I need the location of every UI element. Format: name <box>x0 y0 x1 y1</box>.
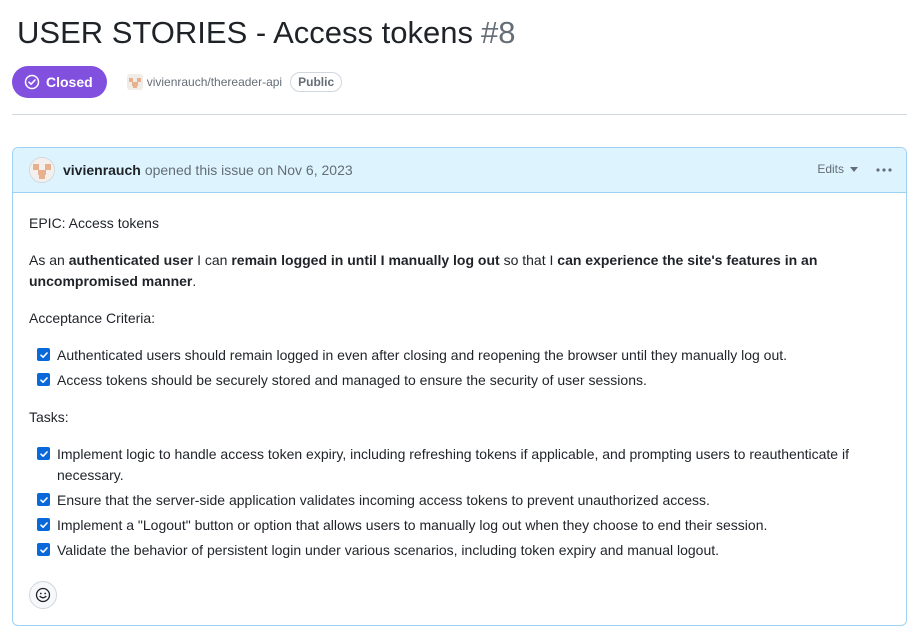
checkbox-checked-icon[interactable] <box>37 373 50 386</box>
task-item-text: Implement a "Logout" button or option th… <box>57 517 768 533</box>
issue-title: USER STORIES - Access tokens <box>17 15 473 50</box>
author-avatar[interactable] <box>29 157 55 183</box>
story-bold: remain logged in until I manually log ou… <box>231 252 500 268</box>
checkbox-checked-icon[interactable] <box>37 543 50 556</box>
checkbox-checked-icon[interactable] <box>37 447 50 460</box>
chevron-down-icon <box>850 166 858 172</box>
checkbox-checked-icon[interactable] <box>37 493 50 506</box>
acceptance-heading: Acceptance Criteria: <box>29 310 156 326</box>
task-item-text: Implement logic to handle access token e… <box>57 446 849 483</box>
issue-number: #8 <box>480 15 516 50</box>
circle-check-icon <box>24 74 40 90</box>
task-item-text: Ensure that the server-side application … <box>57 492 710 508</box>
task-item: Ensure that the server-side application … <box>29 490 890 511</box>
issue-meta: Closed vivienrauch/thereader-api Public <box>12 66 343 98</box>
issue-comment: vivienrauch opened this issue on Nov 6, … <box>12 147 907 626</box>
edits-label: Edits <box>817 162 844 176</box>
story-text: As an <box>29 252 69 268</box>
header-divider <box>12 114 907 115</box>
tasks-list: Implement logic to handle access token e… <box>29 444 890 561</box>
comment-header: vivienrauch opened this issue on Nov 6, … <box>13 148 906 193</box>
state-badge: Closed <box>12 66 107 98</box>
task-item: Implement a "Logout" button or option th… <box>29 515 890 536</box>
acceptance-item-text: Access tokens should be securely stored … <box>57 372 647 388</box>
edits-dropdown[interactable]: Edits <box>817 162 858 176</box>
comment-timestamp: opened this issue on Nov 6, 2023 <box>144 162 353 178</box>
acceptance-item: Authenticated users should remain logged… <box>29 345 890 366</box>
kebab-icon[interactable] <box>874 160 894 180</box>
acceptance-item: Access tokens should be securely stored … <box>29 370 890 391</box>
repo-avatar-icon[interactable] <box>126 74 143 90</box>
story-text: I can <box>193 252 232 268</box>
story-text: so that I <box>499 252 558 268</box>
epic-line: EPIC: Access tokens <box>29 215 159 231</box>
state-label: Closed <box>46 74 93 90</box>
story-text: . <box>192 273 197 289</box>
issue-page: USER STORIES - Access tokens #8 Closed vi… <box>0 0 907 626</box>
acceptance-item-text: Authenticated users should remain logged… <box>57 347 788 363</box>
tasks-heading: Tasks: <box>29 409 69 425</box>
checkbox-checked-icon[interactable] <box>37 348 50 361</box>
user-story: As an authenticated user I can remain lo… <box>29 250 890 292</box>
acceptance-list: Authenticated users should remain logged… <box>29 345 890 391</box>
comment-body: EPIC: Access tokens As an authenticated … <box>13 193 906 561</box>
smiley-icon[interactable] <box>29 581 57 609</box>
visibility-badge: Public <box>290 72 343 92</box>
story-bold: authenticated user <box>68 252 194 268</box>
task-item: Implement logic to handle access token e… <box>29 444 890 486</box>
issue-title-row: USER STORIES - Access tokens #8 <box>17 12 515 54</box>
task-item-text: Validate the behavior of persistent logi… <box>57 542 720 558</box>
task-item: Validate the behavior of persistent logi… <box>29 540 890 561</box>
repo-link[interactable]: vivienrauch/thereader-api <box>147 75 282 89</box>
comment-author[interactable]: vivienrauch <box>63 162 141 178</box>
checkbox-checked-icon[interactable] <box>37 518 50 531</box>
